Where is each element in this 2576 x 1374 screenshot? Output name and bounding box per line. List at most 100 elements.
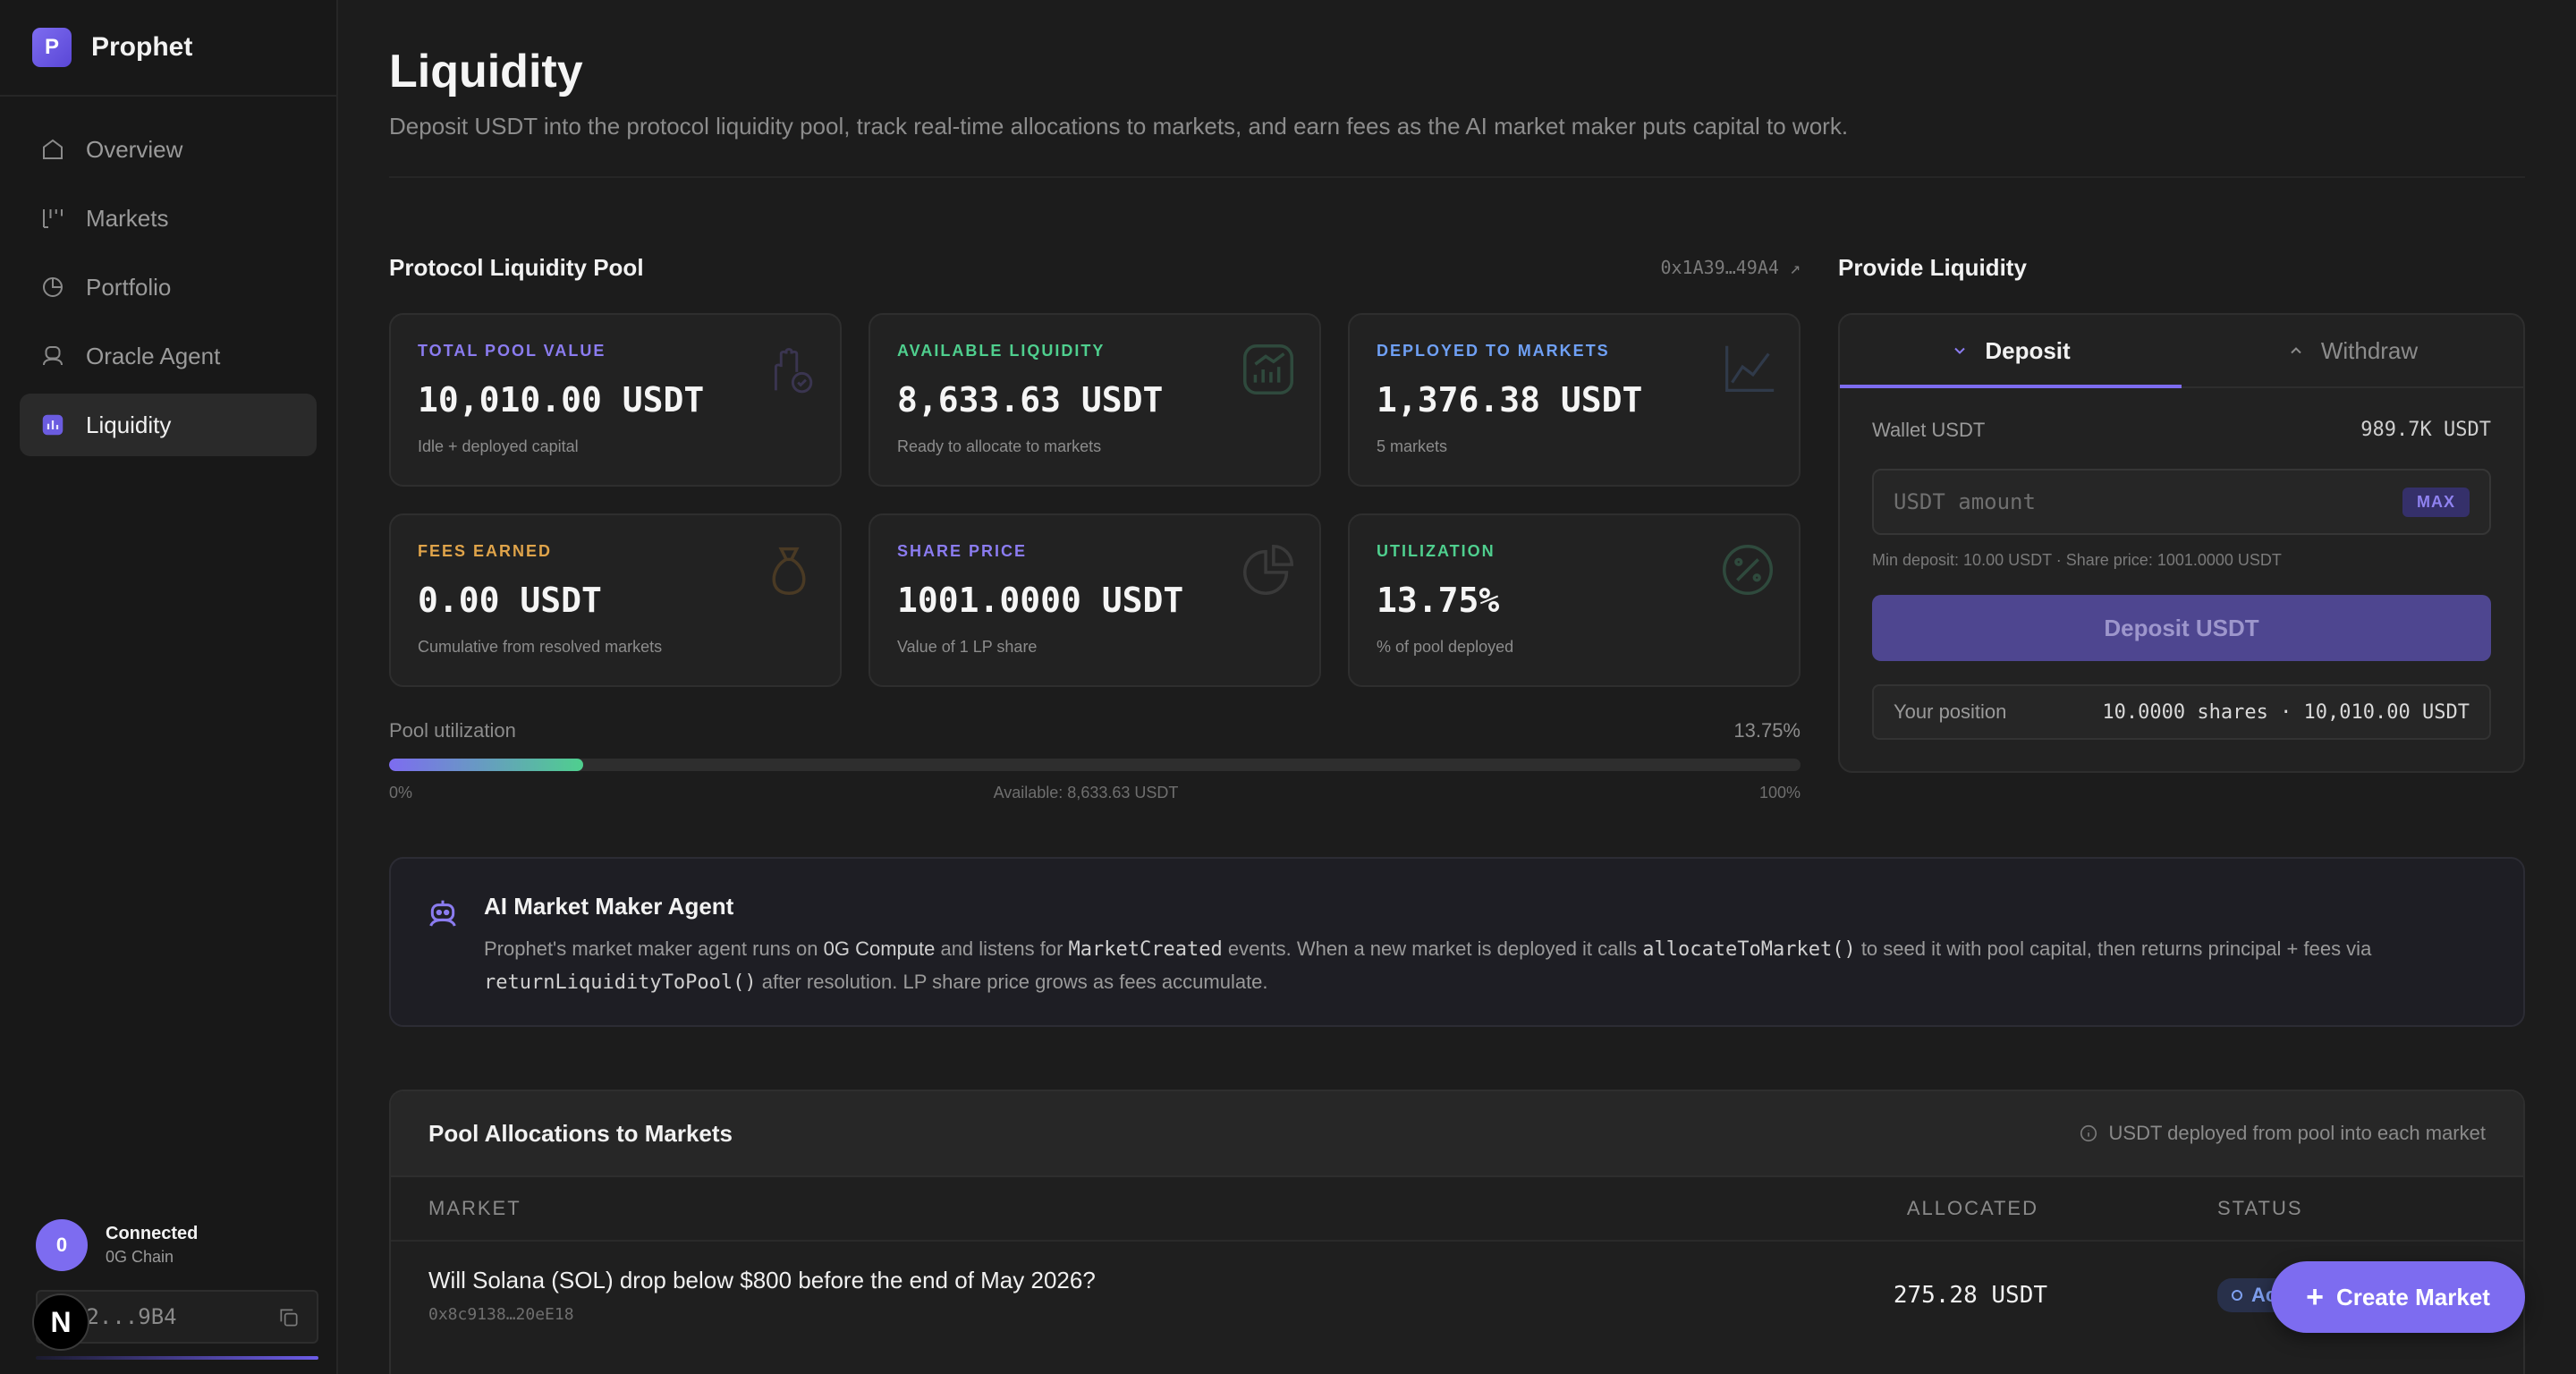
market-address: 0x8c9138…20eE18 xyxy=(428,1305,574,1324)
wallet-chain-label: 0G Chain xyxy=(106,1248,174,1266)
home-icon xyxy=(43,139,63,159)
brand[interactable]: P Prophet xyxy=(0,0,336,97)
utilization-available: Available: 8,633.63 USDT xyxy=(993,784,1179,802)
column-market[interactable]: MARKET xyxy=(428,1197,1770,1220)
pool-utilization: Pool utilization 13.75% 0% Available: 8,… xyxy=(389,719,1801,802)
agent-text-4: to seed it with pool capital, then retur… xyxy=(1855,937,2372,960)
utilization-max: 100% xyxy=(1758,784,1801,802)
wallet-connected-label: Connected xyxy=(106,1224,199,1243)
stat-label: TOTAL POOL VALUE xyxy=(418,342,606,360)
sidebar-item-overview[interactable]: Overview xyxy=(20,118,317,181)
page-subtitle: Deposit USDT into the protocol liquidity… xyxy=(389,113,1849,140)
stat-card-deployed-to-markets: DEPLOYED TO MARKETS 1,376.38 USDT 5 mark… xyxy=(1348,313,1801,487)
utilization-value: 13.75% xyxy=(1733,719,1801,742)
copy-icon[interactable] xyxy=(277,1306,301,1329)
sidebar-item-oracle-agent[interactable]: Oracle Agent xyxy=(20,325,317,387)
allocations-note-text: USDT deployed from pool into each market xyxy=(2108,1122,2486,1144)
position-value: 10.0000 shares · 10,010.00 USDT xyxy=(2102,700,2470,724)
stat-value: 13.75% xyxy=(1377,581,1500,620)
brand-name: Prophet xyxy=(91,32,193,62)
stats-grid: TOTAL POOL VALUE 10,010.00 USDT Idle + d… xyxy=(389,313,1801,687)
sidebar-item-label: Liquidity xyxy=(86,411,172,438)
stat-note: Value of 1 LP share xyxy=(897,638,1038,656)
markets-icon xyxy=(43,209,63,228)
position-label: Your position xyxy=(1894,700,2007,723)
market-title[interactable]: Will Solana (SOL) drop below $800 before… xyxy=(428,1267,1779,1294)
info-icon xyxy=(2080,1124,2097,1142)
stat-card-utilization: UTILIZATION 13.75% % of pool deployed xyxy=(1348,513,1801,687)
sidebar-item-label: Portfolio xyxy=(86,273,172,301)
pie-chart-icon xyxy=(1243,544,1294,595)
create-market-button[interactable]: + Create Market xyxy=(2271,1261,2525,1333)
chevron-up-icon xyxy=(2291,347,2301,354)
agent-text-2: and listens for xyxy=(935,937,1069,960)
usdt-amount-input[interactable] xyxy=(1894,489,2402,514)
pool-address-link[interactable]: 0x1A39…49A4 ↗ xyxy=(1660,257,1801,278)
agent-text-3: events. When a new market is deployed it… xyxy=(1222,937,1643,960)
status-dot-icon xyxy=(2232,1290,2242,1301)
max-button[interactable]: MAX xyxy=(2402,487,2470,517)
sidebar-item-label: Oracle Agent xyxy=(86,342,221,369)
agent-highlight: 0G Compute xyxy=(823,937,936,960)
utilization-fill xyxy=(389,759,583,771)
sidebar-nav: Overview Markets Portfolio Oracle Agent … xyxy=(0,97,336,484)
deposit-hint: Min deposit: 10.00 USDT · Share price: 1… xyxy=(1872,551,2282,569)
agent-code-return: returnLiquidityToPool() xyxy=(484,971,757,994)
column-allocated[interactable]: ALLOCATED xyxy=(1770,1197,2038,1220)
stat-label: FEES EARNED xyxy=(418,542,553,560)
chart-up-icon xyxy=(1243,344,1293,394)
tab-deposit[interactable]: Deposit xyxy=(1840,315,2182,388)
sidebar: P Prophet Overview Markets Portfolio Ora… xyxy=(0,0,338,1374)
pool-allocations-table: Pool Allocations to Markets USDT deploye… xyxy=(389,1090,2525,1374)
column-status[interactable]: STATUS xyxy=(2038,1197,2486,1220)
stat-card-available-liquidity: AVAILABLE LIQUIDITY 8,633.63 USDT Ready … xyxy=(869,313,1321,487)
provide-panel: Deposit Withdraw Wallet USDT 989.7K USDT… xyxy=(1838,313,2525,773)
sidebar-item-label: Markets xyxy=(86,204,169,232)
allocations-title: Pool Allocations to Markets xyxy=(428,1119,733,1147)
provide-title: Provide Liquidity xyxy=(1838,254,2027,281)
agent-code-allocate: allocateToMarket() xyxy=(1642,938,1856,961)
liquidity-pool-section: Protocol Liquidity Pool 0x1A39…49A4 ↗ TO… xyxy=(389,252,1801,802)
line-chart-icon xyxy=(1725,345,1775,392)
pie-icon xyxy=(43,277,63,297)
robot-icon xyxy=(429,900,456,927)
chart-square-icon xyxy=(42,414,64,436)
table-row[interactable]: Will Solana (SOL) drop below $800 before… xyxy=(391,1242,2523,1349)
provide-tabs: Deposit Withdraw xyxy=(1840,315,2523,388)
provide-liquidity-section: Provide Liquidity Deposit Withdraw Walle… xyxy=(1838,252,2525,773)
wallet-balance-label: Wallet USDT xyxy=(1872,419,1986,441)
agent-code-event: MarketCreated xyxy=(1068,938,1223,961)
wallet-status[interactable]: 0 Connected 0G Chain xyxy=(36,1217,318,1274)
agent-title: AI Market Maker Agent xyxy=(484,893,734,920)
pool-title: Protocol Liquidity Pool xyxy=(389,253,644,281)
stat-label: UTILIZATION xyxy=(1377,542,1496,560)
sidebar-item-portfolio[interactable]: Portfolio xyxy=(20,256,317,318)
table-header: MARKET ALLOCATED STATUS xyxy=(391,1177,2523,1242)
stat-value: 0.00 USDT xyxy=(418,581,602,620)
money-bag-icon xyxy=(772,547,806,596)
create-market-label: Create Market xyxy=(2335,1283,2490,1310)
stat-label: DEPLOYED TO MARKETS xyxy=(1377,342,1610,360)
robot-icon xyxy=(43,346,63,366)
nextjs-badge[interactable]: N xyxy=(32,1293,89,1351)
stat-note: 5 markets xyxy=(1377,437,1448,455)
stat-card-fees-earned: FEES EARNED 0.00 USDT Cumulative from re… xyxy=(389,513,842,687)
agent-description: Prophet's market maker agent runs on 0G … xyxy=(484,933,2487,999)
stat-value: 10,010.00 USDT xyxy=(418,380,705,420)
market-allocated: 275.28 USDT xyxy=(1893,1282,2047,1309)
stat-value: 8,633.63 USDT xyxy=(897,380,1164,420)
brand-logo: P xyxy=(32,28,72,67)
stat-note: Cumulative from resolved markets xyxy=(418,638,663,656)
tab-withdraw[interactable]: Withdraw xyxy=(2182,315,2523,386)
tab-label: Withdraw xyxy=(2320,336,2419,364)
sidebar-item-markets[interactable]: Markets xyxy=(20,187,317,250)
utilization-track xyxy=(389,759,1801,771)
plus-icon: + xyxy=(2306,1279,2324,1314)
agent-text-5: after resolution. LP share price grows a… xyxy=(756,971,1268,993)
hand-coin-icon xyxy=(774,347,813,394)
main-content: Liquidity Deposit USDT into the protocol… xyxy=(389,0,2525,1374)
deposit-usdt-button[interactable]: Deposit USDT xyxy=(1872,595,2491,661)
stat-note: % of pool deployed xyxy=(1377,638,1514,656)
tab-label: Deposit xyxy=(1985,336,2071,364)
sidebar-item-liquidity[interactable]: Liquidity xyxy=(20,394,317,456)
